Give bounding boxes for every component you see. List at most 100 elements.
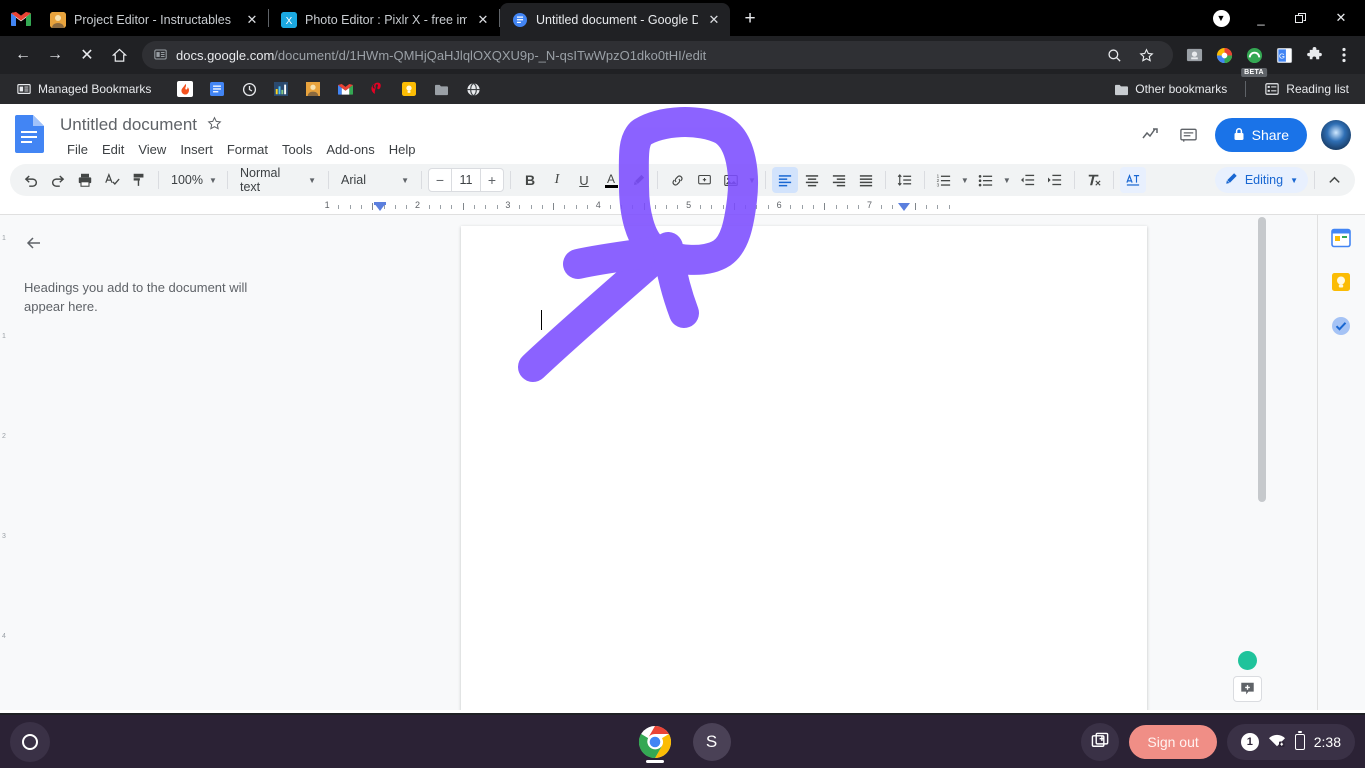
google-keep-icon[interactable] [1330,271,1354,295]
menu-insert[interactable]: Insert [173,139,220,160]
italic-button[interactable]: I [544,167,570,193]
menu-file[interactable]: File [60,139,95,160]
align-left-icon[interactable] [772,167,798,193]
bookmark-item[interactable] [299,78,327,100]
font-size-increase[interactable]: + [481,172,503,188]
page-title[interactable]: Untitled document [60,115,197,135]
menu-edit[interactable]: Edit [95,139,131,160]
google-tasks-icon[interactable] [1330,315,1354,339]
close-icon[interactable]: ✕ [706,12,722,28]
font-size-decrease[interactable]: − [429,172,451,188]
browser-tab[interactable]: X Photo Editor : Pixlr X - free image ✕ [269,3,499,36]
new-tab-button[interactable]: + [736,5,764,33]
bookmark-item[interactable] [267,78,295,100]
google-docs-app-icon[interactable] [14,112,50,156]
address-bar[interactable]: docs.google.com/document/d/1HWm-QMHjQaHJ… [142,41,1173,69]
spellcheck-icon[interactable] [99,167,125,193]
vertical-scrollbar[interactable] [1258,215,1267,710]
activity-dashboard-icon[interactable] [1139,123,1163,147]
insert-image-icon[interactable] [718,167,744,193]
underline-button[interactable]: U [571,167,597,193]
numbered-list-dropdown[interactable]: ▼ [958,167,972,193]
other-bookmarks-item[interactable]: Other bookmarks [1107,78,1233,100]
highlight-pen-icon[interactable] [625,167,651,193]
close-icon[interactable]: ✕ [475,12,491,28]
minimize-button[interactable]: _ [1241,1,1281,35]
document-ruler[interactable]: 1234567 [0,199,1365,215]
office-editing-extension-icon[interactable]: G [1271,42,1297,68]
puzzle-extensions-icon[interactable] [1301,42,1327,68]
text-color-button[interactable]: A [598,167,624,193]
forward-icon[interactable]: → [40,40,70,70]
bookmark-item[interactable] [331,78,359,100]
menu-addons[interactable]: Add-ons [319,139,381,160]
paragraph-style-select[interactable]: Normal text ▼ [234,167,322,193]
managed-bookmarks-item[interactable]: Managed Bookmarks [10,78,157,100]
back-arrow-icon[interactable] [24,233,48,257]
download-icon[interactable]: ▼ [1201,1,1241,35]
right-indent-marker[interactable] [898,203,910,211]
maximize-button[interactable] [1281,1,1321,35]
menu-format[interactable]: Format [220,139,275,160]
insert-image-dropdown[interactable]: ▼ [745,167,759,193]
decrease-indent-icon[interactable] [1015,167,1041,193]
zoom-select[interactable]: 100% ▼ [165,167,221,193]
home-icon[interactable] [104,40,134,70]
browser-tab[interactable]: Project Editor - Instructables ✕ [38,3,268,36]
undo-icon[interactable] [18,167,44,193]
align-right-icon[interactable] [826,167,852,193]
chrome-app-icon[interactable] [635,722,675,762]
bulleted-list-dropdown[interactable]: ▼ [1000,167,1014,193]
stop-loading-icon[interactable]: ✕ [72,40,102,70]
bookmark-item[interactable] [459,78,487,100]
text-styles-icon[interactable] [1120,167,1146,193]
launcher-icon[interactable] [10,722,50,762]
clear-formatting-icon[interactable] [1081,167,1107,193]
add-comment-icon[interactable] [691,167,717,193]
font-size-stepper[interactable]: − 11 + [428,168,504,192]
document-page[interactable] [461,226,1147,710]
close-icon[interactable]: ✕ [244,12,260,28]
avatar[interactable] [1321,120,1351,150]
scratch-app-icon[interactable]: S [693,723,731,761]
link-icon[interactable] [664,167,690,193]
chrome-menu-icon[interactable] [1331,42,1357,68]
browser-tab-active[interactable]: Untitled document - Google Docs ✕ [500,3,730,36]
bookmark-item[interactable] [235,78,263,100]
scrollbar-thumb[interactable] [1258,217,1266,502]
bookmark-item[interactable] [427,78,455,100]
google-calendar-icon[interactable] [1330,227,1354,251]
bookmark-item[interactable] [171,78,199,100]
sign-out-button[interactable]: Sign out [1129,725,1216,759]
star-icon[interactable] [1131,41,1161,69]
line-spacing-icon[interactable] [892,167,918,193]
bookmark-item[interactable] [363,78,391,100]
bookmark-item[interactable] [395,78,423,100]
explore-icon[interactable] [1233,676,1262,702]
paint-format-icon[interactable] [126,167,152,193]
collapse-chevron-icon[interactable] [1321,167,1347,193]
gmail-icon[interactable] [4,0,38,36]
bulleted-list-icon[interactable] [973,167,999,193]
increase-indent-icon[interactable] [1042,167,1068,193]
align-justify-icon[interactable] [853,167,879,193]
star-outline-icon[interactable] [207,116,222,135]
search-icon[interactable] [1099,41,1129,69]
screen-capture-icon[interactable] [1081,723,1119,761]
numbered-list-icon[interactable]: 123 [931,167,957,193]
editing-mode-button[interactable]: Editing ▼ [1215,167,1308,193]
font-size-value[interactable]: 11 [451,169,481,191]
print-icon[interactable] [72,167,98,193]
system-tray[interactable]: 1 2:38 [1227,724,1355,760]
redo-icon[interactable] [45,167,71,193]
menu-help[interactable]: Help [382,139,423,160]
menu-tools[interactable]: Tools [275,139,319,160]
document-canvas[interactable] [290,215,1317,710]
close-button[interactable]: ✕ [1321,1,1361,35]
page-info-icon[interactable] [154,48,168,62]
align-center-icon[interactable] [799,167,825,193]
first-line-indent-marker[interactable] [374,203,386,211]
font-select[interactable]: Arial ▼ [335,167,415,193]
share-button[interactable]: Share [1215,118,1307,152]
back-icon[interactable]: ← [8,40,38,70]
